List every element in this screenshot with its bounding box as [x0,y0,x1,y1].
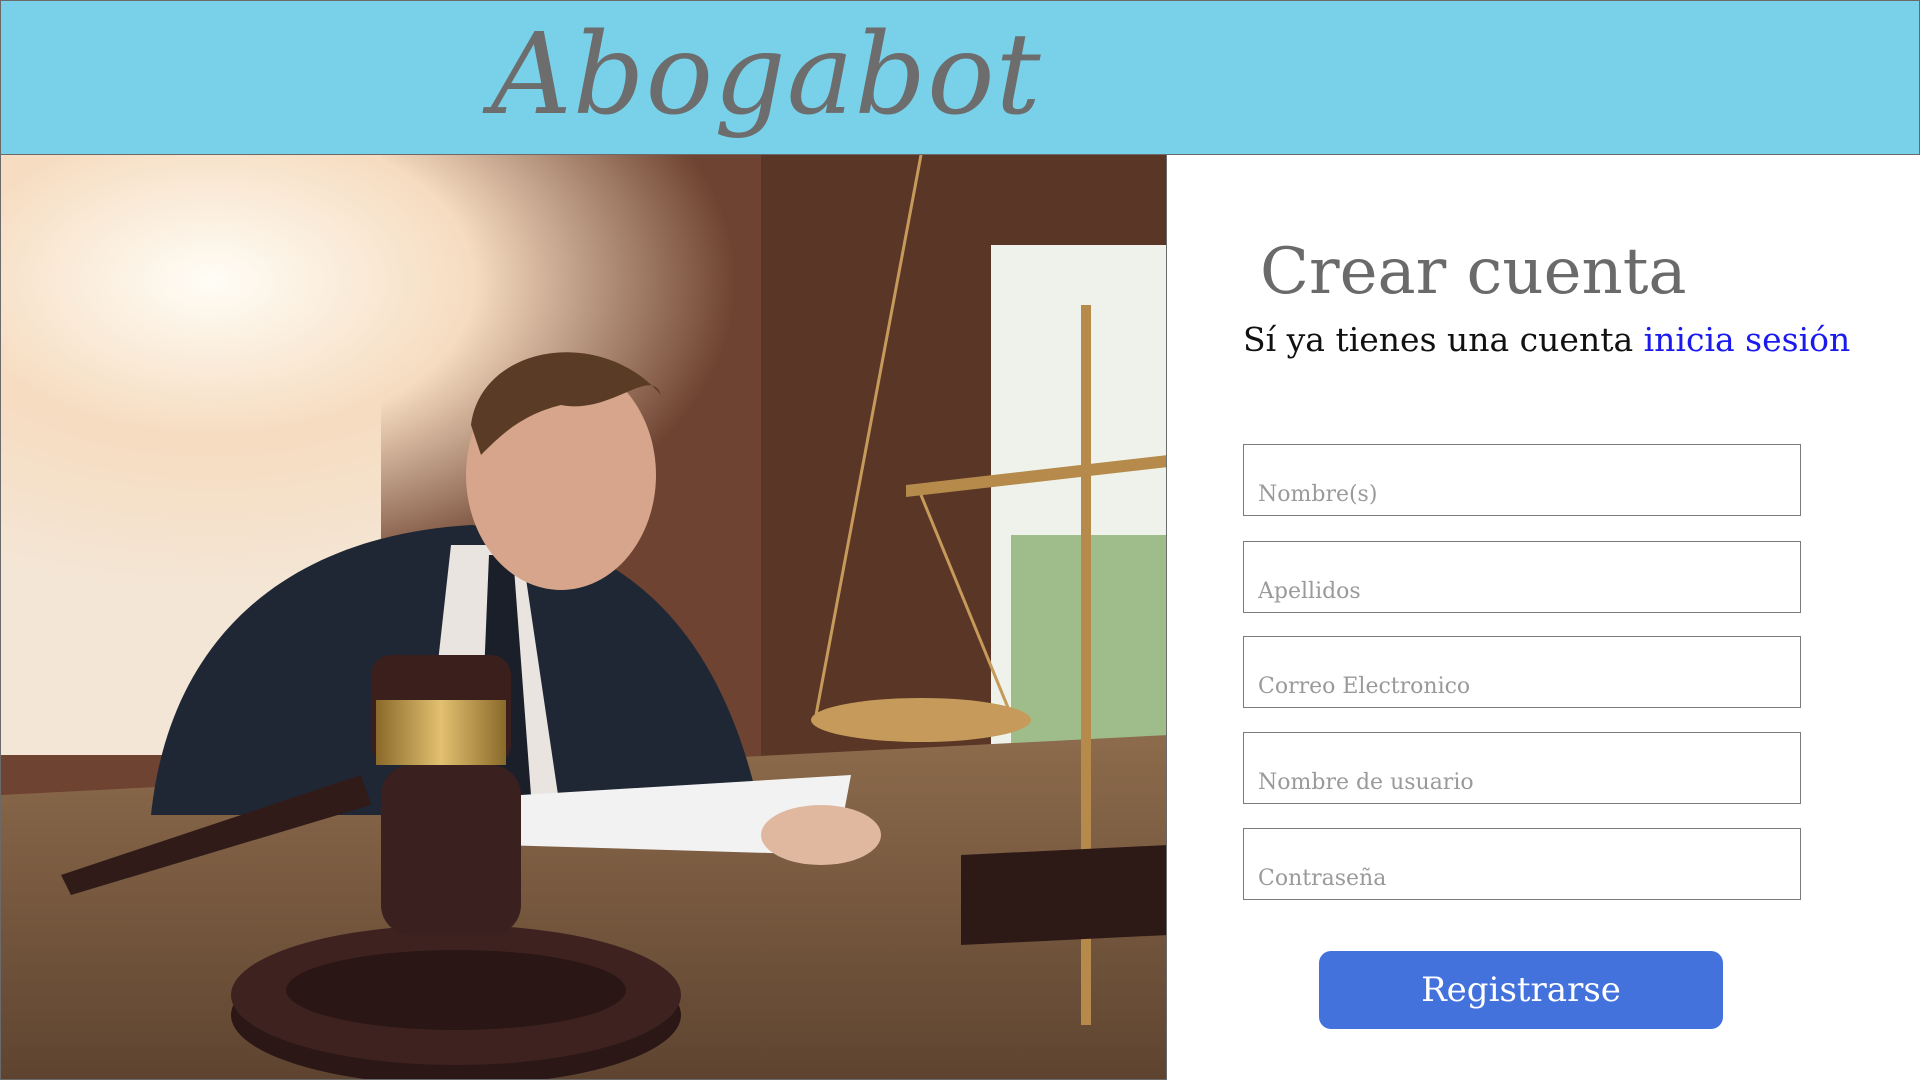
username-field[interactable] [1243,732,1801,804]
login-prompt: Sí ya tienes una cuenta inicia sesión [1243,320,1850,359]
last-name-field[interactable] [1243,541,1801,613]
login-prompt-text: Sí ya tienes una cuenta [1243,320,1644,359]
brand-logo-text: Abogabot [491,10,1042,140]
hero-image [0,155,1167,1080]
app-header: Abogabot [0,0,1920,155]
register-button[interactable]: Registrarse [1319,951,1723,1029]
password-field[interactable] [1243,828,1801,900]
login-link[interactable]: inicia sesión [1644,320,1851,359]
form-title: Crear cuenta [1260,235,1687,309]
first-name-field[interactable] [1243,444,1801,516]
lawyer-scene-illustration [1,155,1166,1079]
signup-form-panel: Crear cuenta Sí ya tienes una cuenta ini… [1168,155,1920,1080]
email-field[interactable] [1243,636,1801,708]
